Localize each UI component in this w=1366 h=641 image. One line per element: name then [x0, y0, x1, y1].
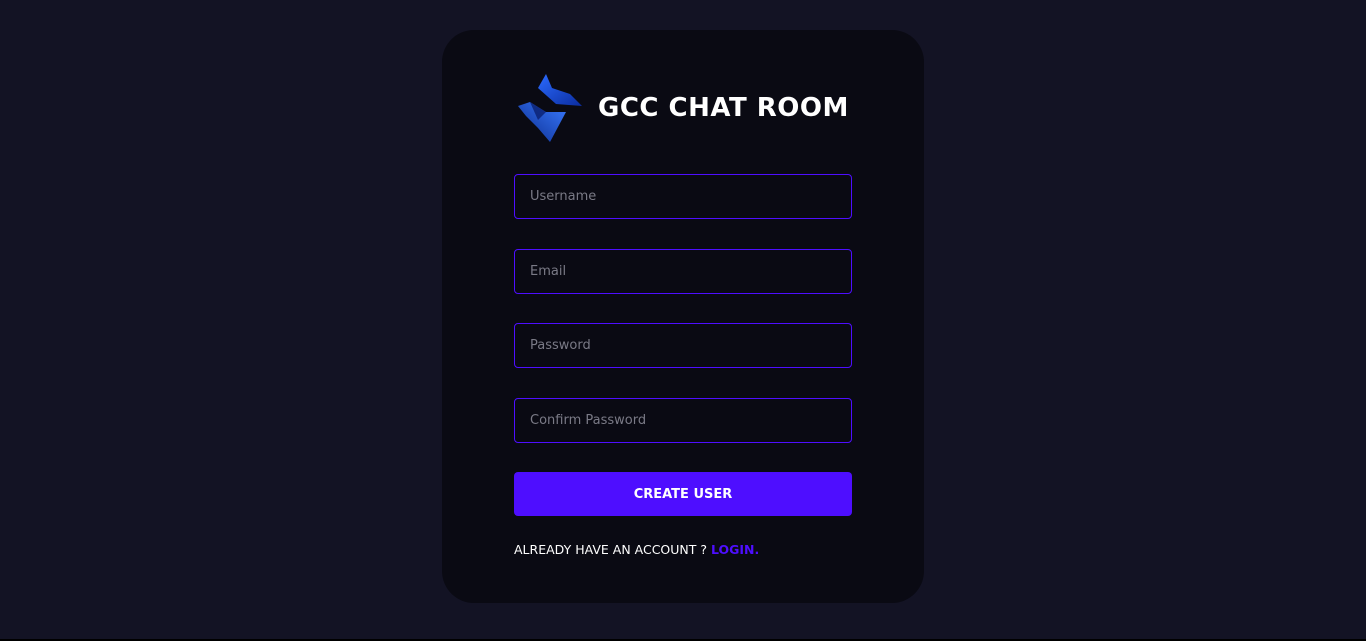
brand-header: GCC CHAT ROOM — [516, 72, 856, 144]
page: GCC CHAT ROOM CREATE USER ALREADY HAVE A… — [0, 0, 1366, 641]
register-card: GCC CHAT ROOM CREATE USER ALREADY HAVE A… — [442, 30, 924, 603]
login-link[interactable]: LOGIN. — [711, 542, 759, 557]
confirm-password-input[interactable] — [514, 398, 852, 443]
username-input[interactable] — [514, 174, 852, 219]
login-prompt: ALREADY HAVE AN ACCOUNT ? LOGIN. — [514, 542, 854, 557]
create-user-button[interactable]: CREATE USER — [514, 472, 852, 516]
password-input[interactable] — [514, 323, 852, 368]
app-title: GCC CHAT ROOM — [598, 93, 849, 123]
blue-ribbon-logo-icon — [518, 74, 582, 142]
email-input[interactable] — [514, 249, 852, 294]
login-prompt-text: ALREADY HAVE AN ACCOUNT ? — [514, 542, 711, 557]
